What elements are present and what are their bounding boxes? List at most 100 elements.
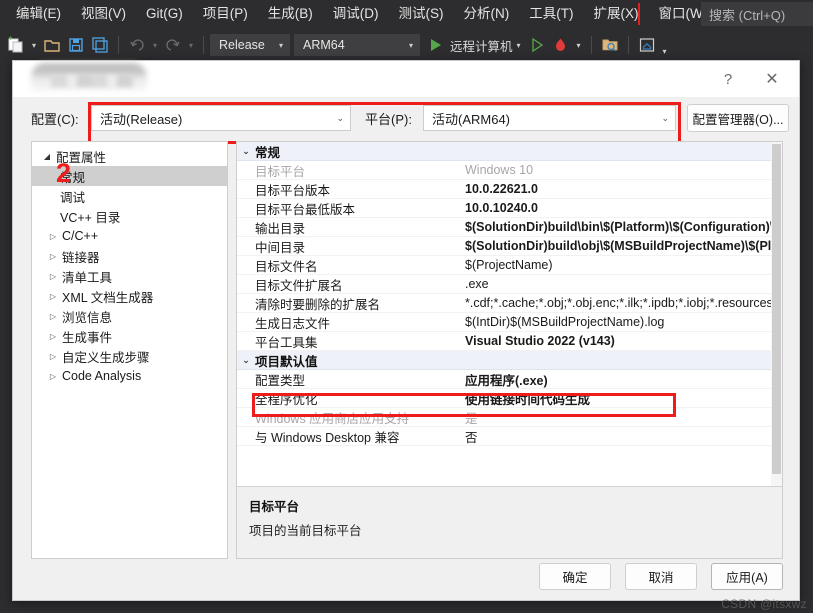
- ok-button[interactable]: 确定: [539, 563, 611, 590]
- tree-item-label: 链接器: [62, 250, 100, 265]
- tree-item-custom-build-step[interactable]: ▷ 自定义生成步骤: [32, 346, 227, 366]
- tree-item-label: Code Analysis: [62, 369, 142, 383]
- new-item-icon[interactable]: [4, 33, 28, 57]
- hot-reload-chevron-icon[interactable]: ▾: [573, 34, 585, 56]
- chevron-down-icon[interactable]: ⌄: [237, 355, 255, 366]
- grid-row-value[interactable]: 使用链接时间代码生成: [465, 389, 782, 407]
- grid-row-value[interactable]: 应用程序(.exe): [465, 370, 782, 388]
- tree-item-configuration-properties[interactable]: ◢ 配置属性: [32, 146, 227, 166]
- home-window-icon[interactable]: [635, 33, 659, 57]
- save-icon[interactable]: [64, 33, 88, 57]
- chevron-down-icon: ⌄: [661, 112, 669, 123]
- grid-row-target-platform-version[interactable]: 目标平台版本 10.0.22621.0: [237, 180, 782, 199]
- grid-category-general[interactable]: ⌄ 常规: [237, 142, 782, 161]
- tree-item-code-analysis[interactable]: ▷ Code Analysis: [32, 366, 227, 386]
- configuration-combo[interactable]: 活动(Release) ⌄: [91, 105, 351, 131]
- menu-item-test[interactable]: 测试(S): [389, 3, 454, 26]
- grid-row-whole-program-optimization[interactable]: 全程序优化 使用链接时间代码生成: [237, 389, 782, 408]
- grid-row-value[interactable]: $(IntDir)$(MSBuildProjectName).log: [465, 315, 782, 329]
- grid-category-label: 常规: [255, 145, 281, 160]
- grid-row-name: 目标平台: [255, 164, 306, 179]
- grid-row-windows-desktop-compatible[interactable]: 与 Windows Desktop 兼容 否: [237, 427, 782, 446]
- apply-button[interactable]: 应用(A): [711, 563, 783, 590]
- toolbar-overflow-icon[interactable]: ▾: [659, 34, 671, 56]
- twisty-collapsed-icon[interactable]: ▷: [46, 312, 60, 321]
- tree-item-vc-directories[interactable]: VC++ 目录: [32, 206, 227, 226]
- close-icon[interactable]: ✕: [757, 67, 787, 91]
- grid-row-intermediate-directory[interactable]: 中间目录 $(SolutionDir)build\obj\$(MSBuildPr…: [237, 237, 782, 256]
- search-input[interactable]: 搜索 (Ctrl+Q): [701, 2, 813, 26]
- menu-item-project[interactable]: 项目(P): [193, 3, 258, 26]
- description-text: 项目的当前目标平台: [249, 524, 362, 538]
- grid-row-target-platform-min-version[interactable]: 目标平台最低版本 10.0.10240.0: [237, 199, 782, 218]
- solution-configuration-combo[interactable]: Release ▾: [210, 34, 290, 56]
- grid-row-platform-toolset[interactable]: 平台工具集 Visual Studio 2022 (v143): [237, 332, 782, 351]
- grid-category-label: 项目默认值: [255, 354, 318, 369]
- grid-row-value[interactable]: *.cdf;*.cache;*.obj;*.obj.enc;*.ilk;*.ip…: [465, 296, 782, 310]
- chevron-down-icon[interactable]: ▾: [28, 34, 40, 56]
- hot-reload-icon[interactable]: [549, 33, 573, 57]
- open-file-icon[interactable]: [40, 33, 64, 57]
- tree-item-label: 生成事件: [62, 330, 113, 345]
- twisty-collapsed-icon[interactable]: ▷: [46, 292, 60, 301]
- help-icon[interactable]: ?: [713, 67, 743, 91]
- grid-row-windows-store-app-support[interactable]: Windows 应用商店应用支持 是: [237, 408, 782, 427]
- platform-combo[interactable]: 活动(ARM64) ⌄: [423, 105, 676, 131]
- twisty-collapsed-icon[interactable]: ▷: [46, 332, 60, 341]
- grid-row-value[interactable]: $(SolutionDir)build\bin\$(Platform)\$(Co…: [465, 220, 782, 234]
- tree-item-c-cpp[interactable]: ▷ C/C++: [32, 226, 227, 246]
- menu-item-build[interactable]: 生成(B): [258, 3, 323, 26]
- grid-row-output-directory[interactable]: 输出目录 $(SolutionDir)build\bin\$(Platform)…: [237, 218, 782, 237]
- twisty-collapsed-icon[interactable]: ▷: [46, 352, 60, 361]
- solution-platform-combo[interactable]: ARM64 ▾: [294, 34, 420, 56]
- tree-item-xml-document-generator[interactable]: ▷ XML 文档生成器: [32, 286, 227, 306]
- property-grid-scrollbar[interactable]: [771, 142, 782, 486]
- twisty-collapsed-icon[interactable]: ▷: [46, 372, 60, 381]
- chevron-down-icon[interactable]: ⌄: [237, 146, 255, 157]
- platform-combo-value: 活动(ARM64): [432, 111, 511, 127]
- grid-row-configuration-type[interactable]: 配置类型 应用程序(.exe): [237, 370, 782, 389]
- debug-target-label[interactable]: 远程计算机: [450, 36, 513, 55]
- grid-row-value[interactable]: 10.0.22621.0: [465, 182, 782, 196]
- menu-item-debug[interactable]: 调试(D): [323, 3, 389, 26]
- tree-item-build-events[interactable]: ▷ 生成事件: [32, 326, 227, 346]
- menu-item-git[interactable]: Git(G): [136, 3, 193, 26]
- menu-item-analyze[interactable]: 分析(N): [454, 3, 520, 26]
- twisty-expanded-icon[interactable]: ◢: [40, 152, 54, 161]
- grid-row-target-platform[interactable]: 目标平台 Windows 10: [237, 161, 782, 180]
- menu-item-tools[interactable]: 工具(T): [519, 3, 583, 26]
- menu-item-view[interactable]: 视图(V): [71, 3, 136, 26]
- tree-item-debugging[interactable]: 调试: [32, 186, 227, 206]
- start-debug-icon[interactable]: [424, 33, 448, 57]
- tree-item-manifest-tool[interactable]: ▷ 清单工具: [32, 266, 227, 286]
- grid-row-value[interactable]: $(SolutionDir)build\obj\$(MSBuildProject…: [465, 239, 782, 253]
- grid-row-value[interactable]: 10.0.10240.0: [465, 201, 782, 215]
- grid-row-build-log-file[interactable]: 生成日志文件 $(IntDir)$(MSBuildProjectName).lo…: [237, 313, 782, 332]
- grid-row-value[interactable]: Visual Studio 2022 (v143): [465, 334, 782, 348]
- tree-item-label: 调试: [60, 190, 86, 205]
- grid-row-value[interactable]: $(ProjectName): [465, 258, 782, 272]
- scrollbar-thumb[interactable]: [772, 144, 781, 474]
- grid-row-name: 清除时要删除的扩展名: [255, 297, 381, 312]
- grid-category-project-defaults[interactable]: ⌄ 项目默认值: [237, 351, 782, 370]
- grid-row-value[interactable]: 否: [465, 427, 782, 445]
- grid-row-target-name[interactable]: 目标文件名 $(ProjectName): [237, 256, 782, 275]
- start-without-debugging-icon[interactable]: [525, 33, 549, 57]
- solution-explorer-search-icon[interactable]: [598, 33, 622, 57]
- twisty-collapsed-icon[interactable]: ▷: [46, 232, 60, 241]
- debug-target-chevron-icon[interactable]: ▾: [513, 34, 525, 56]
- property-tree[interactable]: ◢ 配置属性 常规 调试 VC++ 目录 ▷ C/C++ ▷ 链接器 ▷ 清单工…: [31, 141, 228, 559]
- twisty-collapsed-icon[interactable]: ▷: [46, 272, 60, 281]
- save-all-icon[interactable]: [88, 33, 112, 57]
- grid-row-target-extension[interactable]: 目标文件扩展名 .exe: [237, 275, 782, 294]
- grid-row-value[interactable]: .exe: [465, 277, 782, 291]
- tree-item-general[interactable]: 常规: [32, 166, 227, 186]
- twisty-collapsed-icon[interactable]: ▷: [46, 252, 60, 261]
- tree-item-linker[interactable]: ▷ 链接器: [32, 246, 227, 266]
- tree-item-browse-information[interactable]: ▷ 浏览信息: [32, 306, 227, 326]
- menu-item-edit[interactable]: 编辑(E): [6, 3, 71, 26]
- grid-row-extensions-to-delete-on-clean[interactable]: 清除时要删除的扩展名 *.cdf;*.cache;*.obj;*.obj.enc…: [237, 294, 782, 313]
- property-grid-scroll-area: ⌄ 常规 目标平台 Windows 10 目标平台版本 10.0.22621.0…: [237, 142, 782, 486]
- cancel-button[interactable]: 取消: [625, 563, 697, 590]
- configuration-manager-button[interactable]: 配置管理器(O)...: [687, 104, 789, 132]
